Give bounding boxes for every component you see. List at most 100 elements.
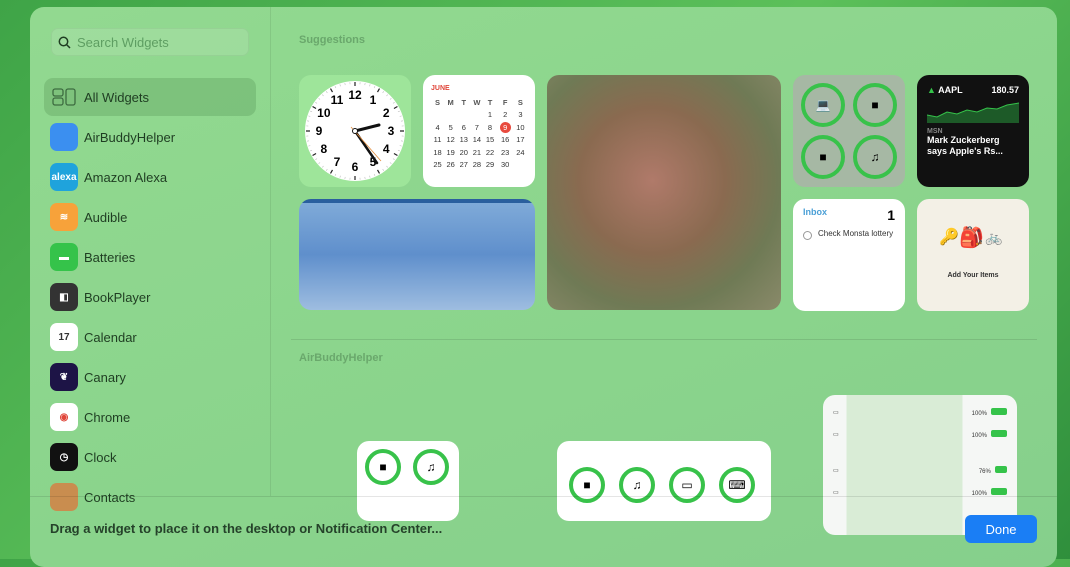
calendar-day: 28 <box>470 159 483 172</box>
calendar-day: 11 <box>431 134 444 147</box>
analog-clock-face: 121234567891011 <box>299 75 411 187</box>
calendar-day: 1 <box>483 109 496 122</box>
section-suggestions: Suggestions <box>299 34 365 46</box>
find-my-widget[interactable]: 🔑 🎒 🚲 Add Your Items <box>917 199 1029 311</box>
sidebar-item-label: Audible <box>84 210 127 225</box>
sidebar-item-batteries[interactable]: ▬ Batteries <box>44 238 256 276</box>
sidebar-item-label: Batteries <box>84 250 135 265</box>
clock-widget[interactable]: 121234567891011 <box>299 75 411 187</box>
clock-numeral: 4 <box>383 142 390 156</box>
sidebar-item-all-widgets[interactable]: All Widgets <box>44 78 256 116</box>
laptop-icon: 💻 <box>801 83 845 127</box>
search-input[interactable] <box>77 35 237 50</box>
battery-row: ▭76% <box>823 459 1017 481</box>
weekday-label: M <box>444 96 457 109</box>
clock-numeral: 12 <box>348 88 362 102</box>
reminders-widget[interactable]: Inbox1 Check Monsta lottery <box>793 199 905 311</box>
calendar-day: 10 <box>514 121 527 134</box>
battery-icon <box>991 430 1007 437</box>
weekday-label: S <box>514 96 527 109</box>
calendar-day: 2 <box>497 109 514 122</box>
bookplayer-app-icon: ◧ <box>50 283 78 311</box>
section-airbuddyhelper: AirBuddyHelper <box>299 352 383 364</box>
batteries-widget[interactable]: 💻 ■ ■ ♫ <box>793 75 905 187</box>
photo-widget[interactable] <box>547 75 781 310</box>
sidebar-item-label: Calendar <box>84 330 137 345</box>
device-icon: ▭ <box>833 409 839 416</box>
calendar-day: 18 <box>431 146 444 159</box>
calendar-day: 5 <box>444 121 457 134</box>
calendar-day: 12 <box>444 134 457 147</box>
airpods-case-icon: ■ <box>365 449 401 485</box>
calendar-day: 22 <box>483 146 496 159</box>
battery-row: ▭100% <box>823 401 1017 423</box>
calendar-day <box>444 109 457 122</box>
calendar-day: 17 <box>514 134 527 147</box>
calendar-day: 16 <box>497 134 514 147</box>
widget-gallery-window: All WidgetsAirBuddyHelperalexaAmazon Ale… <box>30 7 1057 567</box>
calendar-day: 20 <box>457 146 470 159</box>
calendar-month: JUNE <box>431 85 527 92</box>
calendar-grid: SMTWTFS123456789101112131415161718192021… <box>431 96 527 171</box>
clock-app-icon: ◷ <box>50 443 78 471</box>
search-field[interactable] <box>51 28 249 56</box>
calendar-day: 14 <box>470 134 483 147</box>
clock-numeral: 6 <box>352 160 359 174</box>
section-divider <box>291 339 1037 340</box>
weekday-label: T <box>457 96 470 109</box>
battery-row: ▭ 100% <box>823 423 1017 445</box>
weekday-label: F <box>497 96 514 109</box>
clock-numeral: 7 <box>334 155 341 169</box>
calendar-day: 6 <box>457 121 470 134</box>
calendar-day-today: 9 <box>497 121 514 134</box>
calendar-widget[interactable]: JUNE SMTWTFS1234567891011121314151617181… <box>423 75 535 187</box>
sidebar-item-amazon-alexa[interactable]: alexaAmazon Alexa <box>44 158 256 196</box>
sidebar-item-chrome[interactable]: ◉Chrome <box>44 398 256 436</box>
sidebar-item-bookplayer[interactable]: ◧ BookPlayer <box>44 278 256 316</box>
battery-percent: 100% <box>972 433 987 439</box>
airbuddy-app-icon <box>50 123 78 151</box>
device-icon: ▭ <box>833 467 839 474</box>
battery-icon <box>995 466 1007 473</box>
calendar-day <box>514 159 527 172</box>
drag-hint: Drag a widget to place it on the desktop… <box>50 521 442 536</box>
reminder-checkbox[interactable] <box>803 231 812 240</box>
batteries-app-icon: ▬ <box>50 243 78 271</box>
clock-numeral: 8 <box>320 142 327 156</box>
calendar-day: 26 <box>444 159 457 172</box>
sidebar-item-audible[interactable]: ≋Audible <box>44 198 256 236</box>
sidebar-item-clock[interactable]: ◷Clock <box>44 438 256 476</box>
calendar-day: 3 <box>514 109 527 122</box>
sidebar-item-label: BookPlayer <box>84 290 150 305</box>
calendar-day: 24 <box>514 146 527 159</box>
wide-photo-widget[interactable] <box>299 199 535 310</box>
reminder-list-name: Inbox <box>803 207 827 223</box>
calendar-day: 30 <box>497 159 514 172</box>
weekday-label: W <box>470 96 483 109</box>
clock-numeral: 1 <box>370 93 377 107</box>
news-headline: Mark Zuckerberg says Apple's Rs... <box>927 135 1019 157</box>
device-icon: ▭ <box>833 489 839 496</box>
sidebar-item-label: Amazon Alexa <box>84 170 167 185</box>
airpods-case-icon: ■ <box>853 83 897 127</box>
stocks-widget[interactable]: ▲ AAPL 180.57 MSN Mark Zuckerberg says A… <box>917 75 1029 187</box>
find-my-label: Add Your Items <box>917 272 1029 279</box>
calendar-day <box>457 109 470 122</box>
search-icon <box>58 36 71 49</box>
clock-numeral: 2 <box>383 106 390 120</box>
clock-numeral: 9 <box>316 124 323 138</box>
calendar-day <box>431 109 444 122</box>
calendar-day: 27 <box>457 159 470 172</box>
clock-numeral: 11 <box>331 93 344 107</box>
sidebar: All WidgetsAirBuddyHelperalexaAmazon Ale… <box>30 7 271 496</box>
calendar-app-icon: 17 <box>50 323 78 351</box>
clock-numeral: 3 <box>388 124 395 138</box>
sidebar-item-calendar[interactable]: 17 Calendar <box>44 318 256 356</box>
device-icon: ▭ <box>833 431 839 438</box>
news-source: MSN <box>927 128 1019 135</box>
done-button[interactable]: Done <box>965 515 1037 543</box>
sidebar-item-canary[interactable]: ❦Canary <box>44 358 256 396</box>
reminder-count: 1 <box>887 207 895 223</box>
calendar-day: 29 <box>483 159 496 172</box>
sidebar-item-airbuddyhelper[interactable]: AirBuddyHelper <box>44 118 256 156</box>
